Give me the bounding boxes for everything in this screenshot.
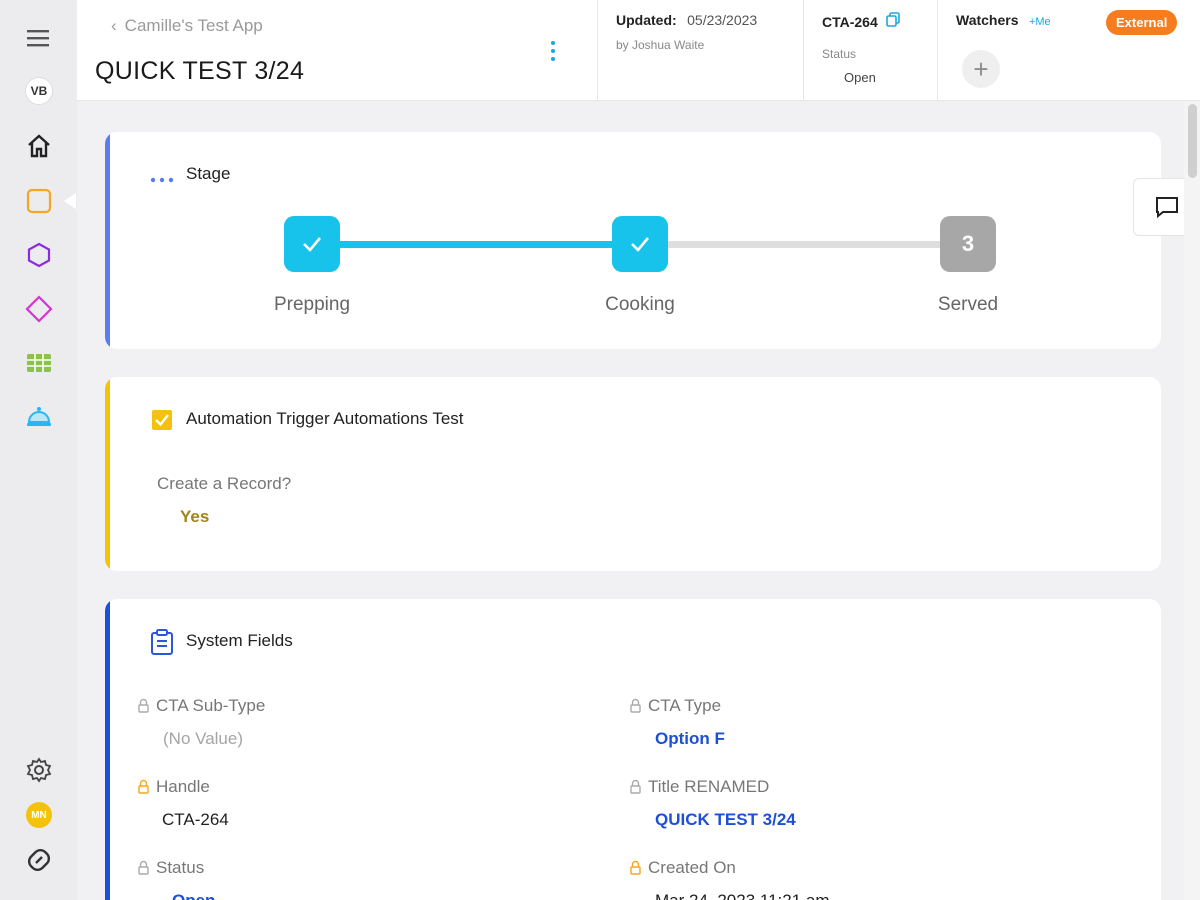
- field-label: Title RENAMED: [630, 777, 769, 797]
- menu-icon[interactable]: [20, 19, 58, 57]
- diamond-icon[interactable]: [20, 290, 58, 328]
- stage-connector-1: [339, 241, 614, 248]
- lock-icon: [138, 698, 149, 713]
- settings-icon[interactable]: [20, 751, 58, 789]
- lock-icon: [630, 860, 641, 875]
- watchers-section: Watchers +Me External +: [937, 0, 1200, 101]
- handle-value: CTA-264: [162, 810, 229, 829]
- updated-by: by Joshua Waite: [616, 38, 705, 52]
- sidebar: VB MN: [0, 0, 77, 900]
- field-label: CTA Type: [630, 696, 721, 716]
- automation-title: Automation Trigger Automations Test: [186, 409, 464, 428]
- stage-step-served[interactable]: 3: [940, 216, 996, 272]
- status-field-value[interactable]: Open: [172, 891, 215, 900]
- lock-icon: [630, 698, 641, 713]
- bottom-user-avatar[interactable]: MN: [20, 796, 58, 834]
- field-label: Created On: [630, 858, 736, 878]
- cta-subtype-label: CTA Sub-Type: [156, 696, 266, 715]
- cta-type-value[interactable]: Option F: [655, 729, 725, 749]
- square-icon[interactable]: [20, 182, 58, 220]
- system-fields-accent: [105, 599, 110, 900]
- create-record-label: Create a Record?: [157, 474, 292, 493]
- user-avatar[interactable]: VB: [20, 72, 58, 110]
- cta-subtype-value: (No Value): [163, 729, 243, 748]
- user-avatar-initials: VB: [25, 77, 53, 105]
- updated-date: 05/23/2023: [687, 12, 758, 28]
- stage-dots-icon: [150, 170, 174, 188]
- status-value: Open: [844, 70, 876, 85]
- automation-card-accent: [105, 377, 110, 571]
- lock-icon: [138, 779, 149, 794]
- stage-card-accent: [105, 132, 110, 349]
- record-header: ‹ Camille's Test App QUICK TEST 3/24 Upda…: [77, 0, 1200, 101]
- status-label: Status: [822, 47, 857, 61]
- field-label: Handle: [138, 777, 210, 797]
- updated-label: Updated:: [616, 12, 677, 28]
- clipboard-icon: [150, 629, 174, 660]
- system-fields-title: System Fields: [186, 631, 293, 650]
- bottom-avatar-initials: MN: [26, 802, 52, 828]
- external-badge: External: [1106, 10, 1178, 35]
- plus-icon: +: [973, 53, 989, 84]
- page-title: QUICK TEST 3/24: [95, 57, 305, 85]
- stage-connector-2: [667, 241, 942, 248]
- create-record-value: Yes: [180, 507, 210, 526]
- stage-title: Stage: [186, 164, 231, 183]
- cta-type-label: CTA Type: [648, 696, 722, 715]
- watchers-label: Watchers: [956, 12, 1019, 28]
- add-watcher-button[interactable]: +: [962, 50, 1000, 88]
- field-label: Status: [138, 858, 204, 878]
- cloche-icon[interactable]: [20, 398, 58, 436]
- check-icon: [303, 237, 321, 252]
- link-icon[interactable]: [20, 841, 58, 879]
- system-fields-card: System Fields CTA Sub-Type (No Value) CT…: [105, 599, 1161, 900]
- step-number: 3: [961, 231, 975, 256]
- stage-label-served: Served: [937, 294, 999, 315]
- stage-label-cooking: Cooking: [605, 294, 675, 315]
- scrollbar-thumb[interactable]: [1188, 104, 1197, 178]
- stage-step-prepping[interactable]: [284, 216, 340, 272]
- updated-section: Updated: 05/23/2023 by Joshua Waite: [597, 0, 803, 101]
- title-renamed-value[interactable]: QUICK TEST 3/24: [655, 810, 796, 830]
- check-icon: [631, 237, 649, 252]
- checkbox-icon: [151, 409, 173, 436]
- record-id: CTA-264: [822, 14, 878, 30]
- scrollbar-track[interactable]: [1184, 101, 1200, 900]
- lock-icon: [630, 779, 641, 794]
- more-options-icon[interactable]: [542, 38, 564, 64]
- stage-label-prepping: Prepping: [273, 294, 351, 315]
- grid-icon[interactable]: [20, 344, 58, 382]
- back-link[interactable]: ‹ Camille's Test App: [111, 16, 263, 36]
- handle-label: Handle: [156, 777, 210, 796]
- created-on-value: Mar 24, 2023 11:21 am: [655, 891, 830, 900]
- watch-me-link[interactable]: +Me: [1029, 16, 1051, 28]
- home-icon[interactable]: [20, 127, 58, 165]
- status-field-label: Status: [156, 858, 205, 877]
- chevron-left-icon: ‹: [111, 16, 117, 35]
- hexagon-icon[interactable]: [20, 236, 58, 274]
- back-link-label: Camille's Test App: [124, 16, 263, 35]
- stage-card: Stage 3 Prepping Cooking Served: [105, 132, 1161, 349]
- created-on-label: Created On: [648, 858, 736, 877]
- automation-card: Automation Trigger Automations Test Crea…: [105, 377, 1161, 571]
- field-label: CTA Sub-Type: [138, 696, 265, 716]
- active-indicator: [64, 193, 76, 209]
- title-renamed-label: Title RENAMED: [648, 777, 770, 796]
- lock-icon: [138, 860, 149, 875]
- record-id-section: CTA-264 Status Open: [803, 0, 937, 101]
- stage-step-cooking[interactable]: [612, 216, 668, 272]
- chat-bubble-icon: [1156, 197, 1178, 219]
- copy-icon[interactable]: [885, 12, 900, 32]
